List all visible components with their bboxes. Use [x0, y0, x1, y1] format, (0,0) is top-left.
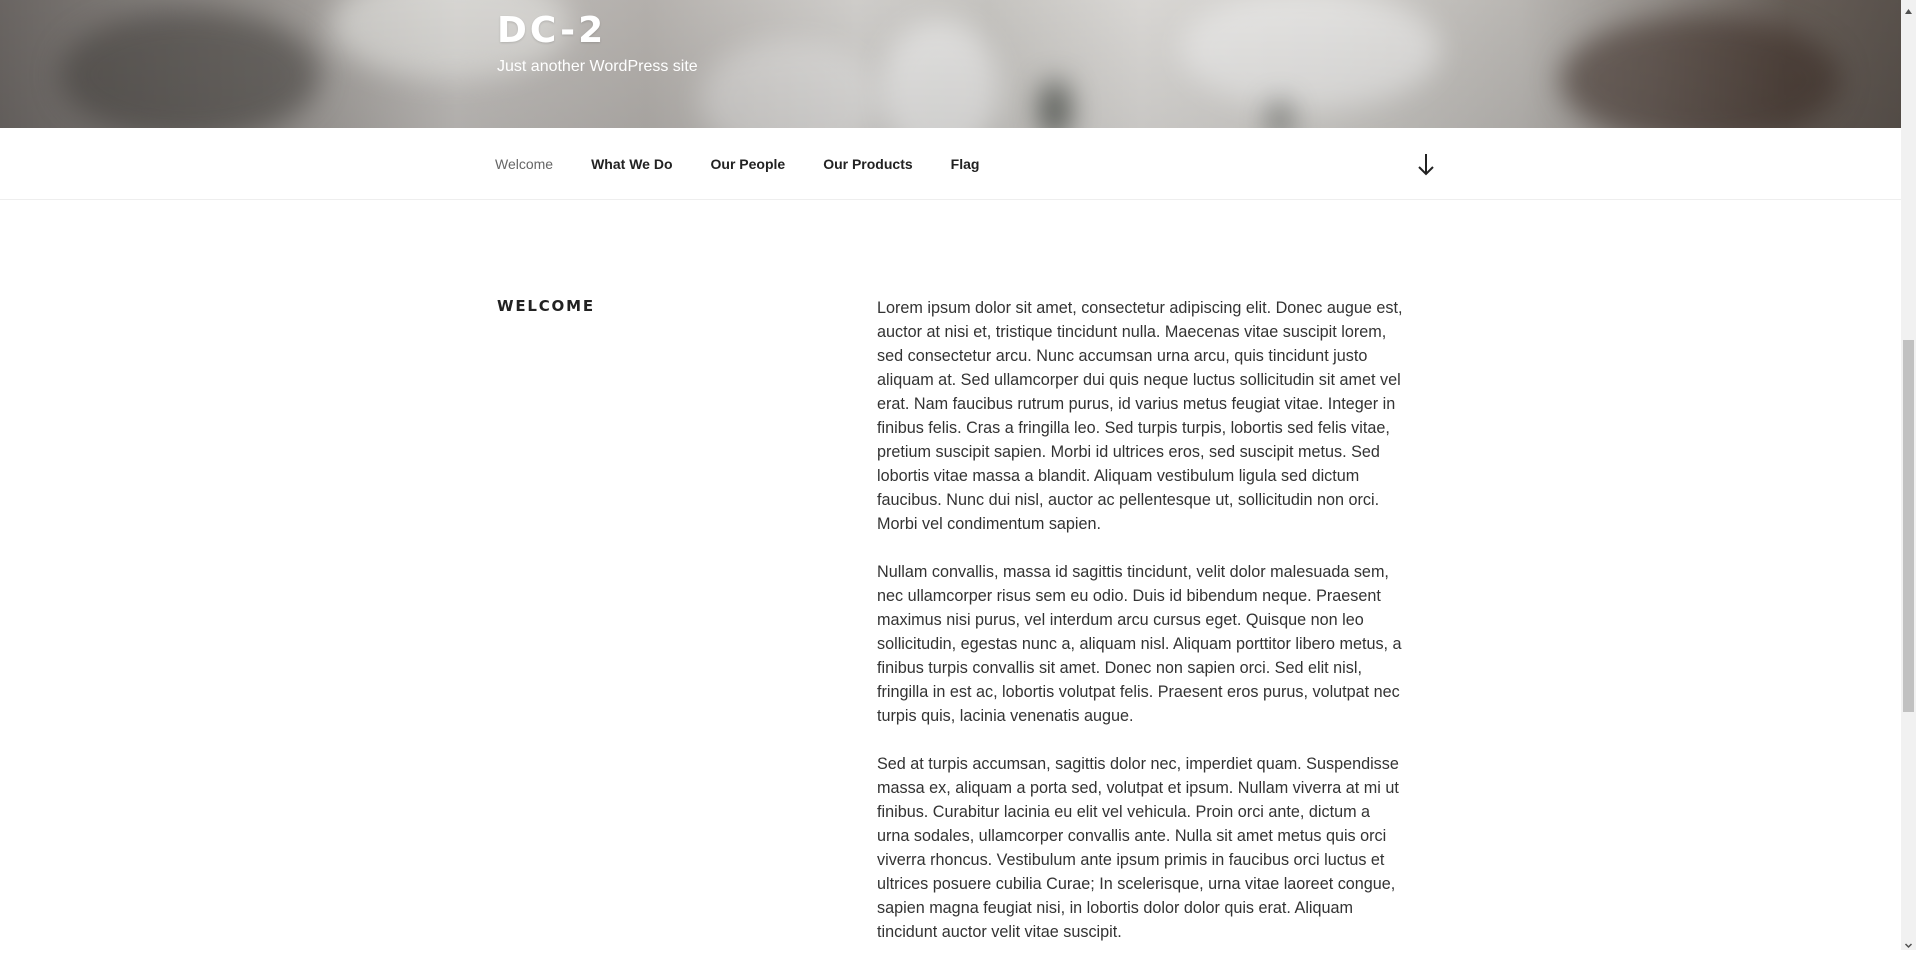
- site-tagline: Just another WordPress site: [497, 58, 698, 75]
- nav-item-our-people[interactable]: Our People: [711, 156, 786, 172]
- arrow-down-icon[interactable]: [1414, 150, 1438, 178]
- page: DC-2 Just another WordPress site Welcome…: [0, 0, 1901, 950]
- page-title: WELCOME: [497, 297, 595, 315]
- nav-menu: Welcome What We Do Our People Our Produc…: [495, 128, 1017, 199]
- header-image-shape: [1180, 0, 1440, 110]
- scrollbar-thumb[interactable]: [1903, 340, 1914, 712]
- content-paragraph: Nullam convallis, massa id sagittis tinc…: [877, 563, 1402, 725]
- vertical-scrollbar[interactable]: [1901, 0, 1916, 950]
- content-paragraph: Sed at turpis accumsan, sagittis dolor n…: [877, 755, 1399, 941]
- nav-item-welcome[interactable]: Welcome: [495, 156, 553, 172]
- nav-item-what-we-do[interactable]: What We Do: [591, 156, 672, 172]
- nav-item-flag[interactable]: Flag: [951, 156, 980, 172]
- header-image-shape: [1560, 15, 1840, 128]
- header-image-shape: [60, 10, 320, 128]
- content-paragraph: Lorem ipsum dolor sit amet, consectetur …: [877, 299, 1403, 533]
- header-image-shape: [700, 40, 880, 128]
- scroll-down-icon[interactable]: [1904, 937, 1913, 949]
- header-image-shape: [880, 20, 1000, 128]
- header-image-shape: [1270, 100, 1290, 128]
- header-image-shape: [1040, 80, 1070, 128]
- header-banner: DC-2 Just another WordPress site: [0, 0, 1901, 128]
- nav-item-our-products[interactable]: Our Products: [823, 156, 912, 172]
- scroll-up-icon[interactable]: [1904, 3, 1913, 14]
- entry-content: Lorem ipsum dolor sit amet, consectetur …: [877, 296, 1405, 950]
- site-title[interactable]: DC-2: [497, 10, 606, 51]
- main-navigation: Welcome What We Do Our People Our Produc…: [0, 128, 1901, 200]
